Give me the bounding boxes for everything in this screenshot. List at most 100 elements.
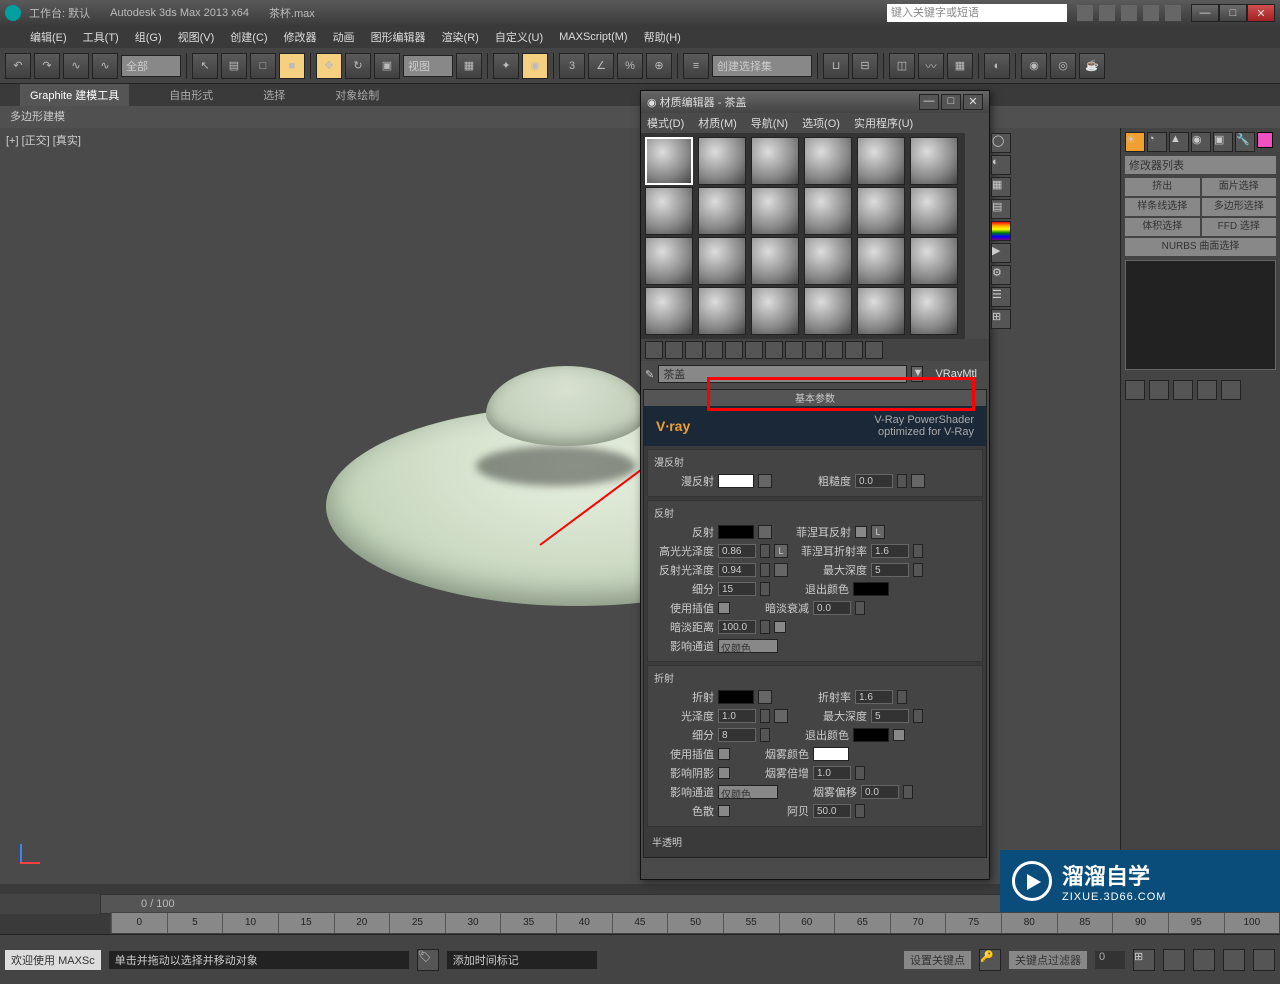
make-copy-icon[interactable] [725,341,743,359]
menu-maxscript[interactable]: MAXScript(M) [559,31,627,43]
schematic-button[interactable]: ▦ [947,53,973,79]
reflect-color-swatch[interactable] [718,525,754,539]
mat-menu-material[interactable]: 材质(M) [698,115,737,131]
key-mode-icon[interactable]: 🔑 [979,949,1001,971]
sample-uv-icon[interactable]: ▤ [991,199,1011,219]
refract-color-swatch[interactable] [718,690,754,704]
show-map-icon[interactable] [805,341,823,359]
object-color-swatch[interactable] [1257,132,1273,148]
fresnel-ior-spinner[interactable]: 1.6 [871,544,909,558]
menu-tools[interactable]: 工具(T) [83,29,119,45]
make-preview-icon[interactable]: ▶ [991,243,1011,263]
refract-map-button[interactable] [758,690,772,704]
time-config-button[interactable]: ⊞ [1133,949,1155,971]
material-slot[interactable] [857,287,905,335]
refl-affect-dropdown[interactable]: 仅颜色 [718,639,778,653]
material-id-icon[interactable] [785,341,803,359]
mat-menu-utilities[interactable]: 实用程序(U) [854,115,913,131]
abbe-spinner[interactable]: 50.0 [813,804,851,818]
viewport-nav-button[interactable] [1253,949,1275,971]
refr-affect-dropdown[interactable]: 仅颜色 [718,785,778,799]
named-selection-dropdown[interactable]: 创建选择集 [712,55,812,77]
display-tab-icon[interactable]: ▣ [1213,132,1233,152]
viewport-nav-button[interactable] [1223,949,1245,971]
menu-group[interactable]: 组(G) [135,29,162,45]
menu-help[interactable]: 帮助(H) [644,29,681,45]
close-button[interactable]: ✕ [1247,4,1275,22]
viewport-nav-button[interactable] [1193,949,1215,971]
material-slot[interactable] [857,187,905,235]
menu-views[interactable]: 视图(V) [178,29,215,45]
menu-graph-editors[interactable]: 图形编辑器 [371,29,426,45]
mat-maximize-button[interactable]: □ [941,94,961,110]
material-slot[interactable] [751,187,799,235]
material-slot[interactable] [910,287,958,335]
dim-dist-checkbox[interactable] [774,621,786,633]
align-button[interactable]: ⊟ [852,53,878,79]
render-setup-button[interactable]: ◉ [1021,53,1047,79]
material-slot[interactable] [857,237,905,285]
utilities-tab-icon[interactable]: 🔧 [1235,132,1255,152]
hilight-gloss-spinner[interactable]: 0.86 [718,544,756,558]
pick-material-icon[interactable]: ✎ [645,368,654,381]
material-slot[interactable] [645,187,693,235]
options-icon[interactable]: ⚙ [991,265,1011,285]
ribbon-tab-freeform[interactable]: 自由形式 [159,84,223,106]
mat-minimize-button[interactable]: — [919,94,939,110]
help-icon[interactable] [1165,5,1181,21]
layer-manager-button[interactable]: ◫ [889,53,915,79]
subscription-icon[interactable] [1099,5,1115,21]
ribbon-tab-paint[interactable]: 对象绘制 [325,84,389,106]
roughness-map-button[interactable] [911,474,925,488]
background-icon[interactable]: ▦ [991,177,1011,197]
undo-button[interactable]: ↶ [5,53,31,79]
modifier-btn-vol-select[interactable]: 体积选择 [1125,218,1200,236]
modifier-btn-spline-select[interactable]: 样条线选择 [1125,198,1200,216]
menu-create[interactable]: 创建(C) [230,29,267,45]
ribbon-tab-graphite[interactable]: Graphite 建模工具 [20,84,129,106]
put-to-library-icon[interactable] [765,341,783,359]
mirror-button[interactable]: ⊔ [823,53,849,79]
material-slot[interactable] [910,137,958,185]
modifier-list-dropdown[interactable]: 修改器列表 [1125,156,1276,174]
material-slot[interactable] [698,287,746,335]
minimize-button[interactable]: — [1191,4,1219,22]
put-to-scene-icon[interactable] [665,341,683,359]
add-time-tag[interactable]: 添加时间标记 [447,951,597,969]
dim-dist-spinner[interactable]: 100.0 [718,620,756,634]
modify-tab-icon[interactable]: ◔ [1147,132,1167,152]
manipulate-button[interactable]: ✦ [493,53,519,79]
material-slot[interactable] [804,287,852,335]
app-menu-icon[interactable] [5,5,21,21]
material-editor-button[interactable]: ◐ [984,53,1010,79]
reset-map-icon[interactable] [705,341,723,359]
sample-type-icon[interactable]: ◯ [991,133,1011,153]
modifier-btn-nurbs[interactable]: NURBS 曲面选择 [1125,238,1276,256]
refr-max-depth-spinner[interactable]: 5 [871,709,909,723]
refl-exit-color-swatch[interactable] [853,582,889,596]
curve-editor-button[interactable]: 〰 [918,53,944,79]
modifier-stack[interactable] [1125,260,1276,370]
get-material-icon[interactable] [645,341,663,359]
favorite-icon[interactable] [1143,5,1159,21]
dim-falloff-spinner[interactable]: 0.0 [813,601,851,615]
time-tag-icon[interactable]: 🏷 [417,949,439,971]
maximize-button[interactable]: □ [1219,4,1247,22]
hierarchy-tab-icon[interactable]: ▲ [1169,132,1189,152]
motion-tab-icon[interactable]: ◉ [1191,132,1211,152]
show-end-result-icon[interactable] [825,341,843,359]
scale-button[interactable]: ▣ [374,53,400,79]
rotate-button[interactable]: ↻ [345,53,371,79]
select-by-name-button[interactable]: ▤ [221,53,247,79]
select-by-material-icon[interactable]: ☰ [991,287,1011,307]
stack-tool-remove[interactable] [1197,380,1217,400]
mat-close-button[interactable]: ✕ [963,94,983,110]
ref-coord-dropdown[interactable]: 视图 [403,55,453,77]
material-slot[interactable] [910,237,958,285]
stack-tool-pin[interactable] [1125,380,1145,400]
menu-modifiers[interactable]: 修改器 [284,29,317,45]
refl-gloss-spinner[interactable]: 0.94 [718,563,756,577]
refr-interp-checkbox[interactable] [718,748,730,760]
hilight-gloss-lock[interactable]: L [774,544,788,558]
search-icon[interactable] [1077,5,1093,21]
